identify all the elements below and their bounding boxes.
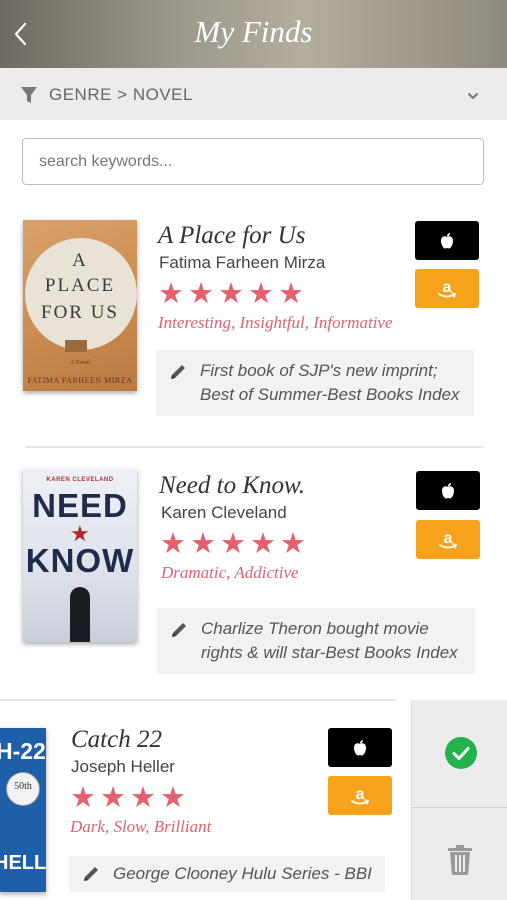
- pencil-icon[interactable]: [168, 362, 188, 387]
- book-note: First book of SJP's new imprint; Best of…: [156, 350, 474, 416]
- amazon-button[interactable]: a: [416, 520, 480, 559]
- apple-icon: [442, 482, 454, 498]
- star-icon: ★: [278, 278, 304, 310]
- book-cover-catch-22[interactable]: H-22 50th HELLER: [0, 728, 46, 892]
- chevron-down-icon[interactable]: [466, 88, 480, 106]
- delete-button[interactable]: [412, 808, 507, 900]
- book-author: Joseph Heller: [71, 757, 175, 776]
- filter-icon: [20, 85, 38, 110]
- header-bar: My Finds: [0, 0, 507, 68]
- star-icon: ★: [70, 782, 96, 814]
- book-tags: Dark, Slow, Brilliant: [70, 817, 212, 836]
- book-tags: Interesting, Insightful, Informative: [158, 313, 393, 332]
- pencil-icon[interactable]: [81, 864, 101, 889]
- cover-house: [65, 340, 87, 352]
- note-line1: First book of SJP's new imprint;: [200, 361, 438, 380]
- star-rating: ★ ★ ★ ★: [70, 784, 186, 813]
- book-cover-need-to-know[interactable]: KAREN CLEVELAND NEED ★ KNOW: [23, 469, 137, 642]
- star-icon: ★: [220, 528, 246, 560]
- star-rating: ★ ★ ★ ★ ★: [160, 530, 306, 559]
- cover-author: FATIMA FARHEEN MIRZA: [27, 376, 133, 385]
- amazon-icon: a: [438, 279, 456, 298]
- star-icon: ★: [190, 528, 216, 560]
- divider: [0, 699, 396, 701]
- book-note: Charlize Theron bought movie rights & wi…: [157, 608, 475, 674]
- note-line2: rights & will star-Best Books Index: [201, 643, 458, 662]
- book-cover-a-place-for-us[interactable]: A PLACE FOR US A Novel FATIMA FARHEEN MI…: [23, 220, 137, 391]
- cover-author: KAREN CLEVELAND: [46, 477, 114, 483]
- star-icon: ★: [160, 528, 186, 560]
- star-rating: ★ ★ ★ ★ ★: [158, 280, 304, 309]
- filter-label: GENRE > NOVEL: [49, 85, 193, 104]
- svg-text:a: a: [443, 279, 452, 296]
- apple-icon: [441, 232, 453, 248]
- book-note: George Clooney Hulu Series - BBI: [69, 856, 385, 892]
- swipe-action-panel: [411, 700, 507, 900]
- cover-title-line2: KNOW: [25, 542, 135, 579]
- star-icon: ★: [158, 278, 184, 310]
- apple-books-button[interactable]: [416, 471, 480, 510]
- book-title[interactable]: Need to Know.: [159, 472, 305, 500]
- mark-read-button[interactable]: [412, 700, 507, 808]
- cover-author: HELLER: [0, 852, 46, 874]
- book-title[interactable]: A Place for Us: [158, 222, 305, 250]
- cover-title-line1: A: [72, 250, 88, 271]
- star-icon: ★: [160, 782, 186, 814]
- note-line1: George Clooney Hulu Series - BBI: [113, 864, 372, 883]
- cover-title: H-22: [0, 738, 46, 764]
- book-title[interactable]: Catch 22: [71, 726, 162, 754]
- apple-books-button[interactable]: [328, 728, 392, 767]
- book-author: Karen Cleveland: [161, 503, 287, 522]
- amazon-button[interactable]: a: [415, 269, 479, 308]
- apple-books-button[interactable]: [415, 221, 479, 260]
- cover-figure: [70, 587, 90, 642]
- cover-small-text: A Novel: [69, 360, 91, 366]
- star-icon: ★: [248, 278, 274, 310]
- cover-title-line1: NEED: [32, 487, 128, 524]
- star-icon: ★: [218, 278, 244, 310]
- divider: [25, 446, 484, 448]
- note-line1: Charlize Theron bought movie: [201, 619, 429, 638]
- cover-anniversary-badge: 50th: [6, 772, 40, 806]
- genre-filter-dropdown[interactable]: GENRE > NOVEL: [0, 68, 507, 120]
- svg-text:a: a: [444, 530, 453, 547]
- pencil-icon[interactable]: [169, 620, 189, 645]
- cover-title-line3: FOR US: [41, 302, 119, 323]
- amazon-icon: a: [351, 786, 369, 805]
- trash-icon: [448, 845, 472, 875]
- cover-badge-text: 50th: [14, 781, 32, 792]
- search-input[interactable]: [23, 139, 483, 184]
- apple-icon: [354, 739, 366, 755]
- amazon-button[interactable]: a: [328, 776, 392, 815]
- book-tags: Dramatic, Addictive: [161, 563, 299, 582]
- star-icon: ★: [188, 278, 214, 310]
- search-field[interactable]: [22, 138, 484, 185]
- cover-title-line2: PLACE: [44, 275, 116, 296]
- amazon-icon: a: [439, 530, 457, 549]
- star-icon: ★: [130, 782, 156, 814]
- book-author: Fatima Farheen Mirza: [159, 253, 326, 272]
- note-line2: Best of Summer-Best Books Index: [200, 385, 460, 404]
- star-icon: ★: [250, 528, 276, 560]
- star-icon: ★: [100, 782, 126, 814]
- svg-text:a: a: [356, 786, 365, 803]
- page-title: My Finds: [194, 14, 313, 49]
- star-icon: ★: [280, 528, 306, 560]
- checkmark-circle-icon: [445, 737, 477, 769]
